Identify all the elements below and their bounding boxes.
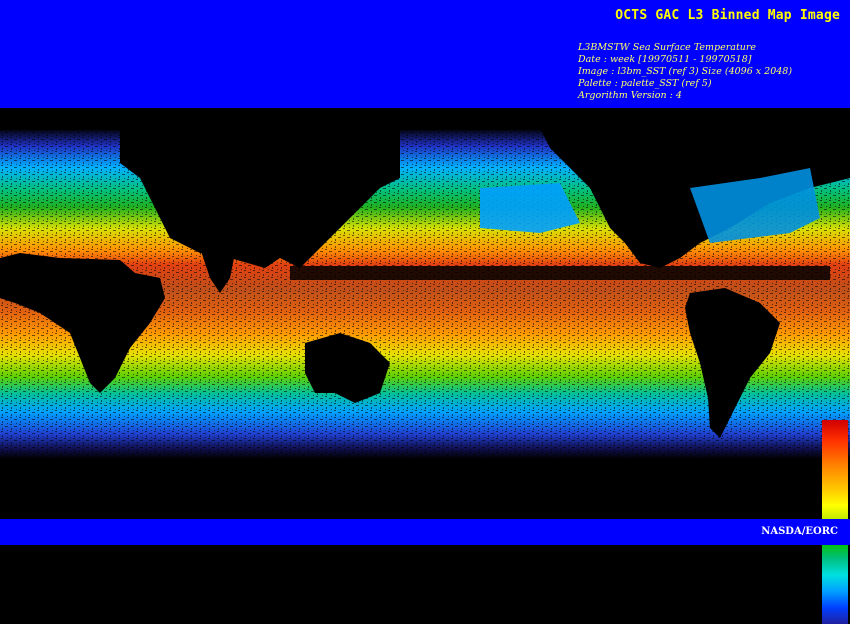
metadata-image: Image : l3bm_SST (ref 3) Size (4096 x 20… (578, 66, 793, 77)
sst-map-svg (0, 108, 850, 519)
polar-north (0, 108, 850, 130)
sst-world-map (0, 108, 850, 624)
equatorial-cloud-band (290, 266, 830, 280)
credit-label: NASDA/EORC (761, 526, 838, 537)
land-antarctica (0, 463, 850, 519)
metadata-palette: Palette : palette_SST (ref 5) (578, 78, 712, 89)
metadata-date: Date : week [19970511 - 19970518] (578, 54, 752, 65)
footer-banner: NASDA/EORC (0, 519, 850, 545)
map-title: OCTS GAC L3 Binned Map Image (615, 8, 840, 23)
metadata-block: L3BMSTW Sea Surface Temperature Date : w… (578, 42, 792, 102)
metadata-algorithm: Argorithm Version : 4 (578, 90, 682, 101)
header-banner: OCTS GAC L3 Binned Map Image L3BMSTW Sea… (0, 0, 850, 108)
metadata-product: L3BMSTW Sea Surface Temperature (578, 42, 757, 53)
